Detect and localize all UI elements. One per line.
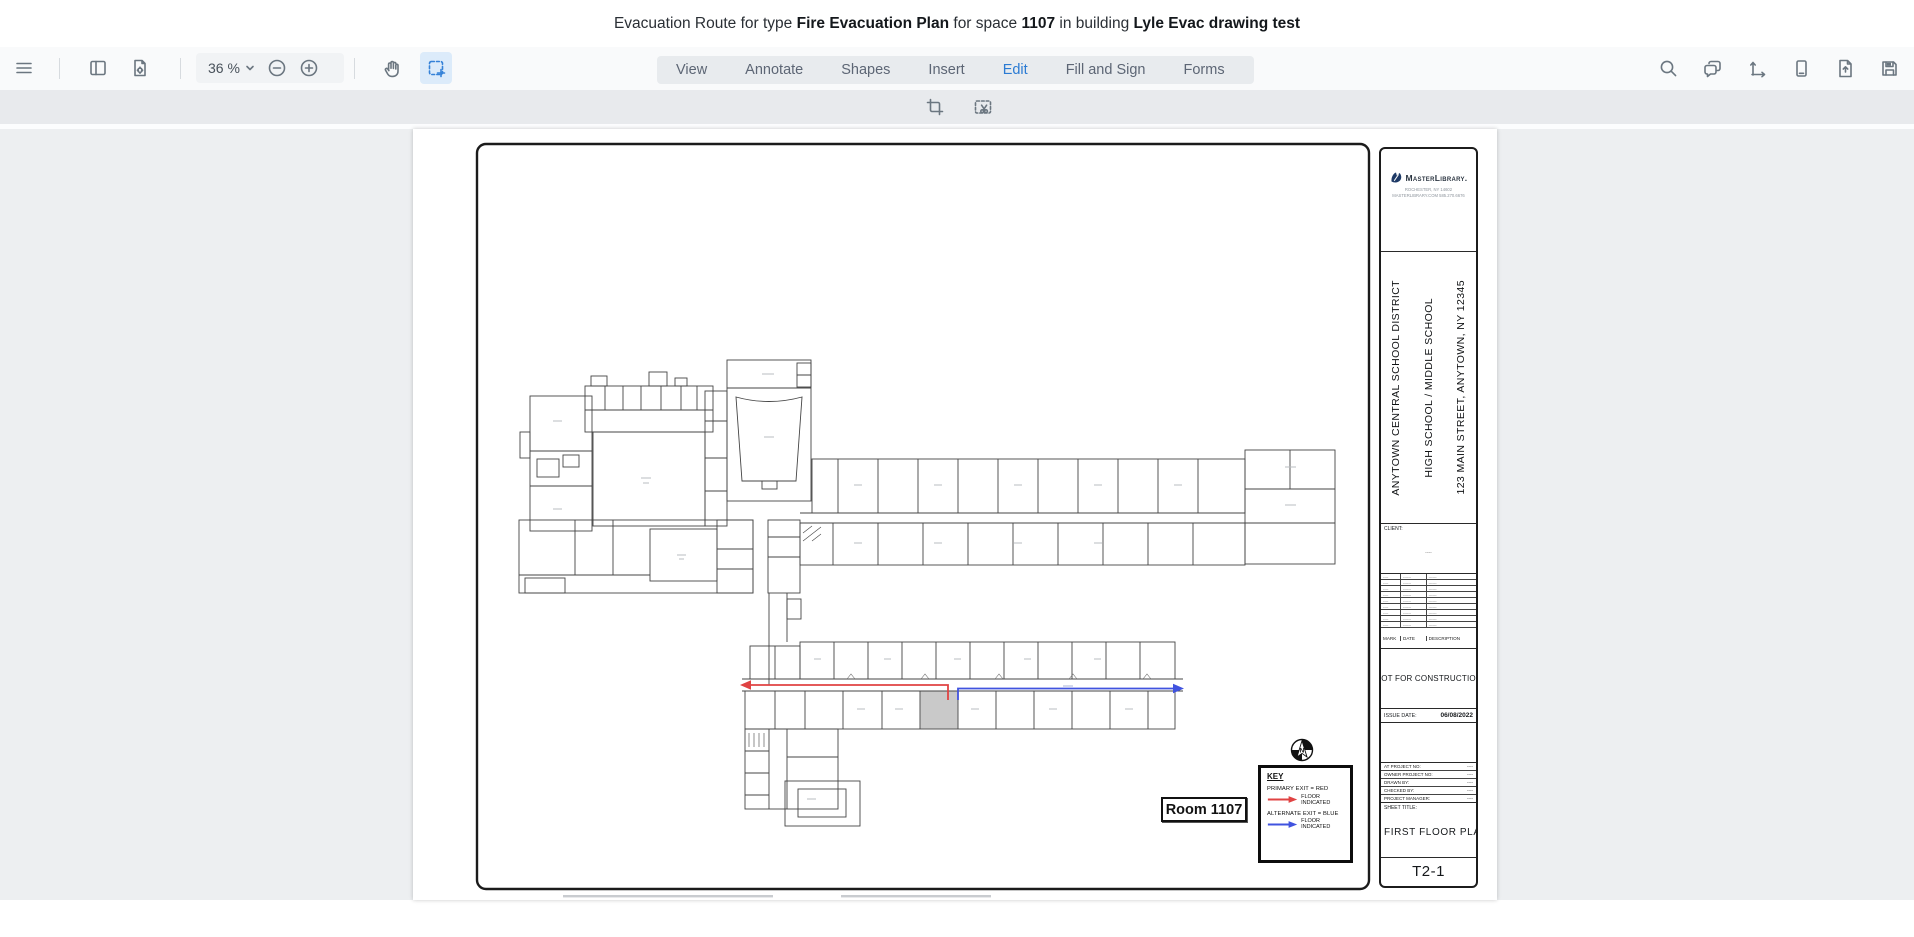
sheet-title-section: SHEET TITLE: FIRST FLOOR PLAN bbox=[1381, 803, 1476, 858]
toolbar-divider bbox=[59, 58, 60, 79]
sheet-number: T2-1 bbox=[1381, 858, 1476, 885]
masterlibrary-logo-text: MasterLibrary. bbox=[1406, 173, 1468, 183]
alternate-exit-label: ALTERNATE EXIT = BLUE bbox=[1267, 811, 1344, 817]
search-icon bbox=[1658, 58, 1679, 79]
school-name: HIGH SCHOOL / MIDDLE SCHOOL bbox=[1423, 298, 1435, 478]
toolbar-divider bbox=[354, 58, 355, 79]
alternate-exit-arrow-icon bbox=[1267, 820, 1298, 829]
hand-icon bbox=[382, 58, 403, 79]
chevron-down-icon bbox=[245, 63, 255, 73]
axes-tool-button[interactable] bbox=[1741, 52, 1773, 84]
tab-forms[interactable]: Forms bbox=[1164, 56, 1243, 84]
menu-button[interactable] bbox=[8, 52, 40, 84]
masterlibrary-logo-icon bbox=[1390, 171, 1403, 184]
revision-table: ----------------------------------------… bbox=[1381, 574, 1476, 649]
tab-edit[interactable]: Edit bbox=[984, 56, 1047, 84]
client-placeholder: ---- bbox=[1381, 550, 1476, 556]
ribbon-tabs: View Annotate Shapes Insert Edit Fill an… bbox=[657, 56, 1254, 84]
alternate-exit-note: FLOOR INDICATED bbox=[1301, 818, 1344, 830]
document-viewer: N Room 1107 KEY PRIMARY EXIT = RED bbox=[0, 129, 1914, 900]
minus-circle-icon bbox=[267, 58, 287, 78]
issue-date-value: 06/08/2022 bbox=[1440, 712, 1473, 719]
evacuation-key-legend: KEY PRIMARY EXIT = RED FLOOR INDICATED A… bbox=[1258, 765, 1353, 863]
client-section: CLIENT: ---- bbox=[1381, 524, 1476, 574]
title-block-project-identity: ANYTOWN CENTRAL SCHOOL DISTRICT HIGH SCH… bbox=[1381, 252, 1476, 524]
primary-route-red bbox=[751, 685, 948, 700]
issue-date-row: ISSUE DATE: 06/08/2022 bbox=[1381, 709, 1476, 723]
key-title: KEY bbox=[1267, 772, 1344, 781]
xy-axes-icon bbox=[1747, 58, 1768, 79]
alternate-route-blue bbox=[958, 689, 1173, 701]
device-view-button[interactable] bbox=[1785, 52, 1817, 84]
toolbar-divider bbox=[180, 58, 181, 79]
zoom-level-dropdown[interactable]: 36 % bbox=[196, 53, 261, 83]
primary-exit-arrow-icon bbox=[1267, 795, 1298, 804]
tab-shapes[interactable]: Shapes bbox=[822, 56, 909, 84]
document-title-bar: Evacuation Route for type Fire Evacuatio… bbox=[0, 0, 1914, 47]
pan-tool-button[interactable] bbox=[376, 52, 408, 84]
hamburger-icon bbox=[14, 58, 34, 78]
select-tool-button[interactable] bbox=[420, 52, 452, 84]
evacuation-routes bbox=[740, 680, 1184, 700]
save-button[interactable] bbox=[1873, 52, 1905, 84]
tab-view[interactable]: View bbox=[657, 56, 726, 84]
north-label: N bbox=[1300, 748, 1305, 755]
selection-rect-icon bbox=[426, 58, 447, 79]
page-settings-button[interactable] bbox=[124, 52, 156, 84]
alternate-route-arrowhead bbox=[1173, 684, 1184, 694]
crop-icon bbox=[925, 97, 945, 117]
tab-insert[interactable]: Insert bbox=[909, 56, 983, 84]
title-block-logo-section: MasterLibrary. ROCHESTER, NY 14602 MASTE… bbox=[1381, 149, 1476, 252]
tab-annotate[interactable]: Annotate bbox=[726, 56, 822, 84]
pdf-page[interactable]: N Room 1107 KEY PRIMARY EXIT = RED bbox=[413, 129, 1497, 900]
edit-tools-toolbar bbox=[0, 90, 1914, 124]
zoom-out-button[interactable] bbox=[261, 53, 293, 83]
comments-panel-button[interactable] bbox=[1696, 52, 1728, 84]
snipping-tool-button[interactable] bbox=[967, 92, 999, 122]
not-for-construction-note: NOT FOR CONSTRUCTION bbox=[1381, 649, 1476, 709]
logo-address-line2: MASTERLIBRARY.COM 585.270.6676 bbox=[1392, 193, 1464, 199]
left-panel-toggle-button[interactable] bbox=[82, 52, 114, 84]
revision-table-header: MARK DATE DESCRIPTION bbox=[1381, 628, 1476, 648]
search-button[interactable] bbox=[1652, 52, 1684, 84]
primary-route-arrowhead bbox=[740, 680, 751, 690]
snipping-scissors-icon bbox=[973, 97, 993, 117]
comments-icon bbox=[1702, 58, 1723, 79]
webviewer-app: Evacuation Route for type Fire Evacuatio… bbox=[0, 0, 1914, 937]
room-1107-label: Room 1107 bbox=[1161, 797, 1247, 822]
issue-date-label: ISSUE DATE: bbox=[1384, 713, 1417, 719]
highlighted-room bbox=[921, 692, 958, 729]
client-label: CLIENT: bbox=[1384, 526, 1403, 532]
side-panel-icon bbox=[88, 58, 108, 78]
sheet-title: FIRST FLOOR PLAN bbox=[1384, 827, 1473, 838]
primary-exit-label: PRIMARY EXIT = RED bbox=[1267, 786, 1344, 792]
title-block: MasterLibrary. ROCHESTER, NY 14602 MASTE… bbox=[1379, 147, 1478, 888]
revision-rows: ----------------------------------------… bbox=[1381, 574, 1476, 628]
main-toolbar: 36 % bbox=[0, 47, 1914, 90]
plus-circle-icon bbox=[299, 58, 319, 78]
tablet-icon bbox=[1791, 58, 1812, 79]
sheet-title-label: SHEET TITLE: bbox=[1384, 805, 1473, 811]
page-gear-icon bbox=[130, 58, 150, 78]
project-info-rows: AT PROJECT NO:---- OWNER PROJECT NO:----… bbox=[1381, 763, 1476, 803]
export-document-button[interactable] bbox=[1829, 52, 1861, 84]
district-name: ANYTOWN CENTRAL SCHOOL DISTRICT bbox=[1390, 280, 1402, 496]
school-address: 123 MAIN STREET, ANYTOWN, NY 12345 bbox=[1455, 280, 1467, 495]
crop-tool-button[interactable] bbox=[919, 92, 951, 122]
primary-exit-note: FLOOR INDICATED bbox=[1301, 794, 1344, 806]
zoom-in-button[interactable] bbox=[293, 53, 325, 83]
north-arrow-icon: N bbox=[1292, 740, 1313, 761]
tab-fill-and-sign[interactable]: Fill and Sign bbox=[1047, 56, 1165, 84]
title-block-spacer bbox=[1381, 723, 1476, 763]
page-title: Evacuation Route for type Fire Evacuatio… bbox=[614, 15, 1300, 33]
zoom-level-value: 36 % bbox=[208, 60, 240, 76]
document-export-icon bbox=[1835, 58, 1856, 79]
zoom-controls: 36 % bbox=[196, 53, 344, 83]
save-floppy-icon bbox=[1879, 58, 1900, 79]
